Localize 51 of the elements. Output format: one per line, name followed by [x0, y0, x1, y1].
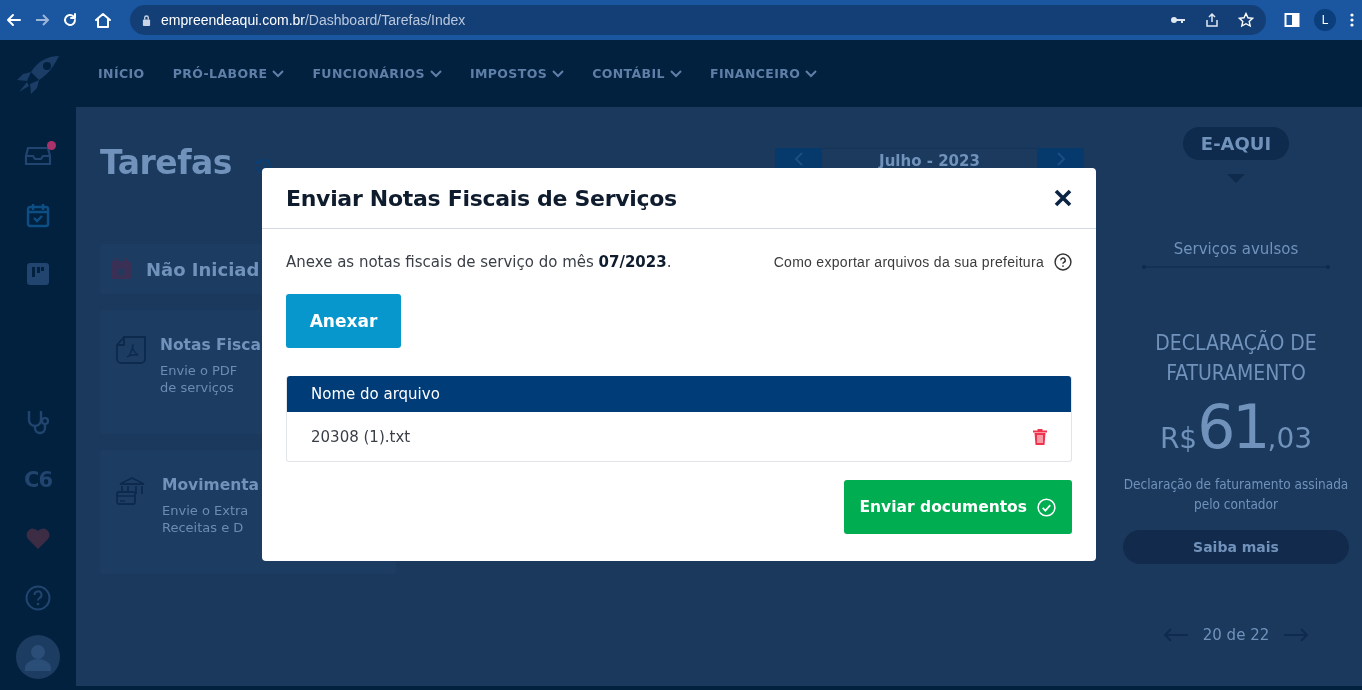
rocket-logo-icon — [15, 53, 61, 94]
star-icon[interactable] — [1238, 12, 1254, 28]
nav-menu-item[interactable]: FINANCEIRO — [709, 66, 801, 81]
page-title: Tarefas — [100, 143, 232, 182]
attach-button[interactable]: Anexar — [286, 294, 401, 348]
learn-more-button[interactable]: Saiba mais — [1123, 530, 1349, 564]
trash-icon — [1033, 428, 1047, 445]
back-arrow-icon[interactable] — [6, 12, 22, 28]
address-bar-url[interactable]: empreendeaqui.com.br/Dashboard/Tarefas/Index — [161, 12, 466, 28]
task-description: Envie o PDF — [160, 362, 239, 379]
close-button[interactable] — [1054, 189, 1072, 207]
profile-avatar[interactable]: L — [1314, 9, 1336, 31]
dialog-title: Enviar Notas Fiscais de Serviços — [286, 185, 677, 211]
more-menu-icon[interactable] — [1350, 12, 1354, 28]
promo-price: R$61,03 — [1159, 392, 1313, 462]
chevron-left-icon — [793, 152, 804, 166]
promo-title: DECLARAÇÃO DE FATURAMENTO — [1154, 329, 1318, 387]
share-icon[interactable] — [1204, 12, 1220, 28]
status-label: Não Iniciad — [146, 258, 260, 280]
pager-label: 20 de 22 — [1202, 626, 1270, 644]
nav-menu-item[interactable]: CONTÁBIL — [592, 66, 665, 81]
reload-icon[interactable] — [62, 12, 78, 28]
task-description: Receitas e D — [162, 519, 245, 536]
key-icon[interactable] — [1170, 15, 1186, 25]
nav-menu-item[interactable]: FUNCIONÁRIOS — [312, 66, 425, 81]
help-link[interactable]: Como exportar arquivos da sua prefeitura — [773, 254, 1044, 270]
check-circle-icon — [1037, 497, 1056, 517]
nav-menu-item[interactable]: PRÓ-LABORE — [172, 66, 268, 81]
promo-category: Serviços avulsos — [1173, 240, 1299, 258]
calendar-x-icon — [110, 258, 132, 280]
instruction-text: Anexe as notas fiscais de serviço do mês 07/2023. — [286, 253, 672, 271]
calendar-check-icon[interactable] — [26, 202, 50, 229]
send-documents-button[interactable]: Enviar documentos — [843, 480, 1072, 534]
nav-menu-item[interactable]: IMPOSTOS — [469, 66, 548, 81]
lock-icon — [142, 14, 151, 26]
nav-menu-item[interactable]: INÍCIO — [98, 66, 145, 81]
forward-arrow-icon[interactable] — [34, 12, 50, 28]
brand-badge: E-AQUI — [1182, 127, 1290, 160]
home-icon[interactable] — [94, 11, 112, 29]
promo-description: Declaração de faturamento assinada pelo contador — [1122, 475, 1350, 514]
task-title: Notas Fisca — [160, 336, 261, 354]
delete-button[interactable] — [1033, 428, 1047, 445]
task-description: Envie o Extra — [162, 502, 250, 519]
help-icon[interactable] — [1054, 253, 1072, 271]
side-panel-icon[interactable] — [1284, 12, 1300, 28]
chevron-right-icon — [1055, 152, 1066, 166]
close-icon — [1054, 189, 1072, 207]
column-header: Nome do arquivo — [287, 376, 1071, 412]
history-icon[interactable] — [253, 157, 274, 177]
task-title: Movimenta — [162, 476, 260, 494]
task-description: de serviços — [160, 379, 235, 396]
